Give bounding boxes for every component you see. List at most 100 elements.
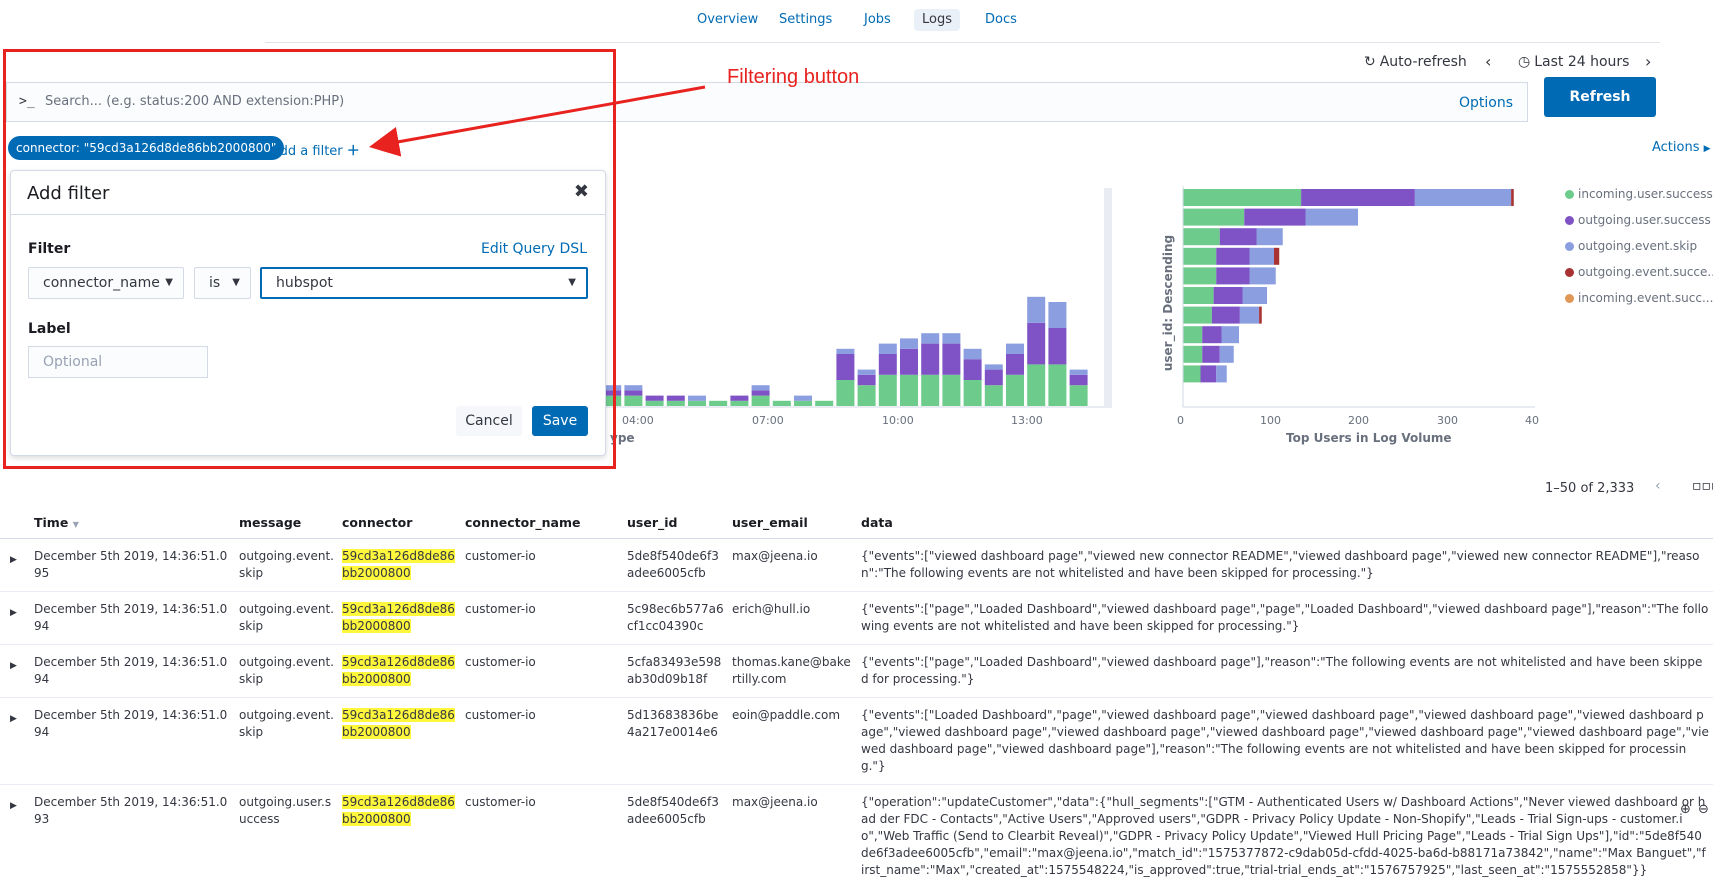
legend-item[interactable]: outgoing.event.succe... — [1565, 265, 1713, 279]
tick-label: 07:00 — [752, 414, 784, 427]
y-axis-label: user_id: Descending — [1161, 234, 1176, 372]
hbar-segment — [1259, 306, 1262, 324]
grid-icon[interactable]: ▫▫▫ — [1692, 478, 1713, 494]
time-prev-icon[interactable]: ‹ — [1485, 52, 1491, 71]
column-header-user-email[interactable]: user_email — [728, 508, 857, 539]
histogram-bar — [645, 395, 664, 401]
prev-page-icon[interactable]: ‹ — [1655, 478, 1661, 494]
table-row[interactable]: ▶ December 5th 2019, 14:36:51.094 outgoing… — [0, 697, 1713, 785]
zoom-out-icon[interactable]: ⊖ — [1698, 802, 1709, 817]
hbar-segment — [1183, 287, 1214, 304]
histogram-bar — [921, 343, 940, 375]
save-button[interactable]: Save — [532, 406, 588, 436]
histogram-bar — [624, 390, 643, 396]
histogram-bar — [836, 348, 855, 354]
cell-expand: ▶ — [0, 784, 30, 883]
expand-row-icon[interactable]: ▶ — [10, 608, 17, 618]
field-select-value: connector_name — [43, 275, 160, 291]
histogram-bar — [900, 338, 918, 349]
sort-desc-icon[interactable]: ▼ — [73, 520, 79, 529]
histogram-bar — [709, 400, 728, 406]
options-button[interactable]: Options — [1459, 95, 1513, 111]
plus-icon: ＋ — [346, 144, 360, 159]
histogram-bar — [921, 374, 940, 406]
expand-row-icon[interactable]: ▶ — [10, 801, 17, 811]
histogram-bar — [984, 385, 1003, 406]
table-row[interactable]: ▶ December 5th 2019, 14:36:51.094 outgoing… — [0, 591, 1713, 645]
tick-label: 100 — [1260, 414, 1281, 427]
histogram-bar — [751, 385, 770, 391]
legend-item[interactable]: incoming.event.succ... — [1565, 291, 1713, 305]
hbar-segment — [1183, 208, 1245, 226]
add-filter-button[interactable]: Add a filter ＋ — [271, 140, 360, 159]
expand-row-icon[interactable]: ▶ — [10, 661, 17, 671]
histogram-bar — [942, 333, 961, 344]
column-header-data[interactable]: data — [857, 508, 1713, 539]
expand-row-icon[interactable]: ▶ — [10, 714, 17, 724]
histogram-bar — [751, 395, 770, 406]
legend-label: incoming.user.success — [1578, 187, 1713, 201]
cell-message: outgoing.event.skip — [235, 644, 338, 698]
column-header-time[interactable]: Time ▼ — [30, 508, 235, 539]
hbar-segment — [1249, 247, 1274, 265]
cell-data: {"events":["viewed dashboard page","view… — [857, 538, 1713, 592]
cell-connector: 59cd3a126d8de86bb2000800 — [338, 591, 461, 645]
cell-data: {"events":["Loaded Dashboard","page","vi… — [857, 697, 1713, 785]
label-input[interactable]: Optional — [28, 346, 208, 378]
hbar-segment — [1216, 247, 1250, 265]
hbar-segment — [1183, 326, 1203, 344]
zoom-in-icon[interactable]: ⊕ — [1680, 802, 1691, 817]
legend-item[interactable]: incoming.user.success — [1565, 187, 1713, 201]
close-icon[interactable]: ✖ — [574, 181, 589, 202]
histogram-bar — [1069, 369, 1088, 375]
time-next-icon[interactable]: › — [1645, 52, 1651, 71]
legend-item[interactable]: outgoing.event.skip — [1565, 239, 1697, 253]
table-row[interactable]: ▶ December 5th 2019, 14:36:51.094 outgoing… — [0, 644, 1713, 698]
tab-docs[interactable]: Docs — [977, 9, 1025, 31]
column-header-message[interactable]: message — [235, 508, 338, 539]
cell-time: December 5th 2019, 14:36:51.095 — [30, 538, 235, 592]
histogram-bar — [857, 369, 876, 375]
tab-settings[interactable]: Settings — [771, 9, 840, 31]
hbar-segment — [1305, 208, 1358, 226]
tab-jobs[interactable]: Jobs — [856, 9, 899, 31]
highlighted-match: 59cd3a126d8de86bb2000800 — [342, 548, 455, 580]
cell-time: December 5th 2019, 14:36:51.094 — [30, 591, 235, 645]
tab-overview[interactable]: Overview — [689, 9, 766, 31]
table-row[interactable]: ▶ December 5th 2019, 14:36:51.095 outgoing… — [0, 538, 1713, 592]
hbar-segment — [1183, 267, 1217, 285]
legend-dot-icon — [1565, 190, 1574, 199]
hbar-segment — [1183, 306, 1212, 324]
refresh-button[interactable]: Refresh — [1544, 77, 1656, 117]
histogram-bar — [1006, 343, 1024, 354]
cell-user-email: erich@hull.io — [728, 591, 857, 645]
auto-refresh-button[interactable]: ↻ Auto-refresh — [1364, 54, 1467, 70]
column-header-connector-name[interactable]: connector_name — [461, 508, 623, 539]
hbar-segment — [1213, 287, 1243, 304]
column-header-user-id[interactable]: user_id — [623, 508, 728, 539]
histogram-bar — [751, 390, 770, 396]
actions-menu[interactable]: Actions ▶ — [1652, 140, 1711, 155]
histogram-bar — [1006, 374, 1024, 406]
cell-data: {"events":["page","Loaded Dashboard","vi… — [857, 591, 1713, 645]
legend-item[interactable]: outgoing.user.success — [1565, 213, 1711, 227]
cancel-button[interactable]: Cancel — [456, 406, 522, 436]
operator-select[interactable]: is ▼ — [194, 267, 251, 299]
connector-filter-pill[interactable]: connector: "59cd3a126d8de86bb2000800" — [8, 136, 285, 160]
pagination-label: 1–50 of 2,333 — [1545, 481, 1635, 496]
hbar-segment — [1216, 365, 1227, 383]
cell-expand: ▶ — [0, 644, 30, 698]
edit-query-dsl-link[interactable]: Edit Query DSL — [481, 241, 587, 257]
table-row[interactable]: ▶ December 5th 2019, 14:36:51.093 outgoing… — [0, 784, 1713, 883]
value-select[interactable]: hubspot ▼ — [260, 267, 588, 299]
expand-row-icon[interactable]: ▶ — [10, 555, 17, 565]
cell-message: outgoing.event.skip — [235, 697, 338, 785]
time-range-picker[interactable]: ◷ Last 24 hours — [1518, 54, 1629, 70]
column-header-connector[interactable]: connector — [338, 508, 461, 539]
tab-logs[interactable]: Logs — [914, 9, 960, 31]
cell-user-id: 5cfa83493e598ab30d09b18f — [623, 644, 728, 698]
hbar-segment — [1221, 326, 1239, 344]
search-input[interactable]: Search... (e.g. status:200 AND extension… — [45, 94, 344, 109]
histogram-bar — [1027, 322, 1046, 365]
field-select[interactable]: connector_name ▼ — [28, 267, 184, 299]
